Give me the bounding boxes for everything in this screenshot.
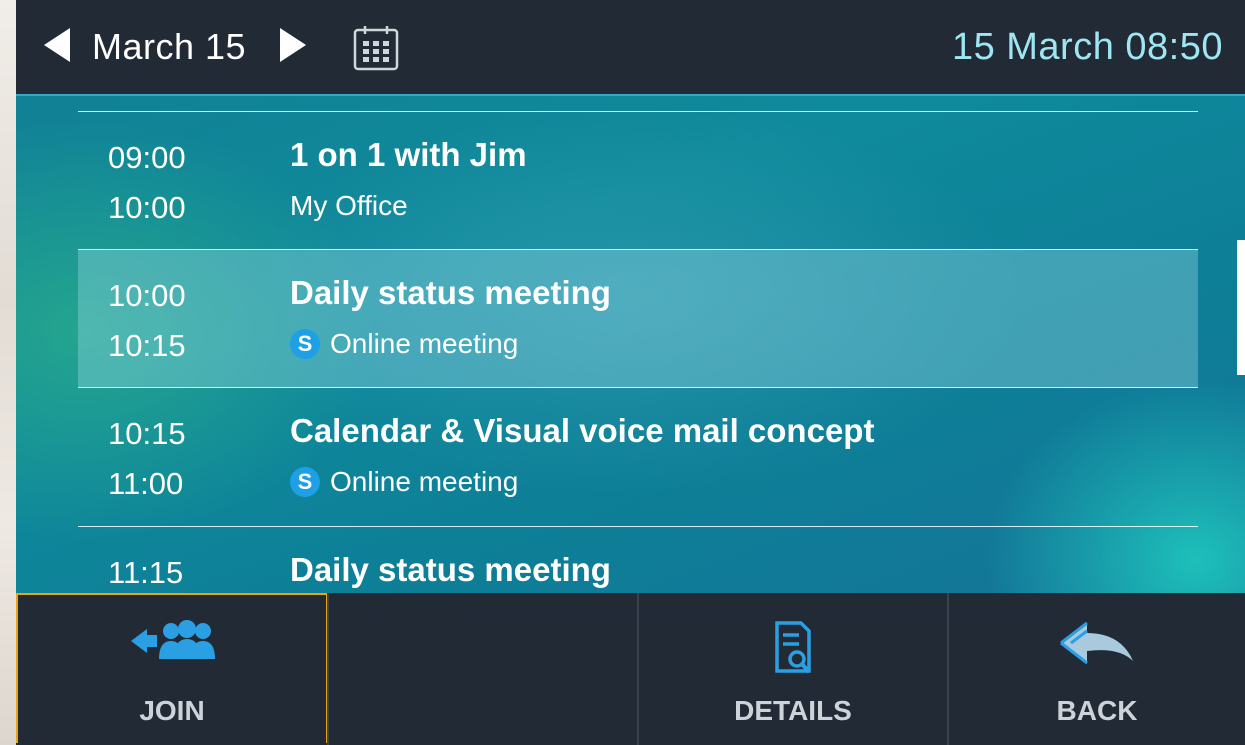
calendar-icon[interactable] xyxy=(352,24,400,72)
skype-icon: S xyxy=(290,329,320,359)
meeting-title: Daily status meeting xyxy=(290,274,611,311)
skype-icon: S xyxy=(290,467,320,497)
join-meeting-icon xyxy=(131,620,215,659)
meeting-row[interactable]: 10:15 11:00 Calendar & Visual voice mail… xyxy=(78,388,1198,525)
meeting-title: Calendar & Visual voice mail concept xyxy=(290,412,875,449)
current-date-label: March 15 xyxy=(92,26,247,67)
meeting-location: S Online meeting xyxy=(290,466,518,498)
device-bezel xyxy=(0,0,16,745)
details-label: DETAILS xyxy=(734,695,852,726)
details-button[interactable]: DETAILS xyxy=(639,593,947,745)
meeting-list: 09:00 10:00 1 on 1 with Jim My Office 10… xyxy=(16,96,1245,593)
details-document-icon xyxy=(775,621,811,674)
meeting-start-time: 09:00 xyxy=(108,140,186,175)
back-button[interactable]: BACK xyxy=(949,593,1245,745)
meeting-title: 1 on 1 with Jim xyxy=(290,136,527,173)
meeting-start-time: 10:00 xyxy=(108,278,186,313)
meeting-start-time: 11:15 xyxy=(108,555,184,590)
meeting-end-time: 11:00 xyxy=(108,466,184,501)
meeting-location: S Online meeting xyxy=(290,328,518,360)
clock-display: 15 March 08:50 xyxy=(951,26,1223,68)
meeting-row-selected[interactable]: 10:00 10:15 Daily status meeting S Online… xyxy=(78,250,1198,387)
meeting-end-time: 10:00 xyxy=(108,190,186,225)
meeting-start-time: 10:15 xyxy=(108,416,186,451)
back-arrow-icon xyxy=(1060,621,1133,665)
header-bar: March 15 15 March 08:50 xyxy=(16,0,1245,96)
meeting-location-text: Online meeting xyxy=(330,466,519,497)
meeting-title: Daily status meeting xyxy=(290,551,611,588)
next-day-arrow-icon[interactable] xyxy=(280,28,306,62)
meeting-location: My Office xyxy=(290,190,408,221)
meeting-end-time: 10:15 xyxy=(108,328,186,363)
meeting-row[interactable]: 11:15 Daily status meeting xyxy=(78,527,1198,593)
back-label: BACK xyxy=(1056,695,1138,726)
join-button[interactable]: JOIN xyxy=(16,593,328,745)
meeting-location-text: Online meeting xyxy=(330,328,519,359)
previous-day-arrow-icon[interactable] xyxy=(44,28,70,62)
scrollbar-thumb[interactable] xyxy=(1237,240,1245,375)
empty-softkey[interactable] xyxy=(329,593,637,745)
meeting-row[interactable]: 09:00 10:00 1 on 1 with Jim My Office xyxy=(78,112,1198,249)
join-label: JOIN xyxy=(139,695,205,726)
softkey-bar: JOIN DETAILS BACK xyxy=(16,593,1245,745)
phone-screen: March 15 15 March 08:50 09:00 10:00 1 on… xyxy=(16,0,1245,745)
